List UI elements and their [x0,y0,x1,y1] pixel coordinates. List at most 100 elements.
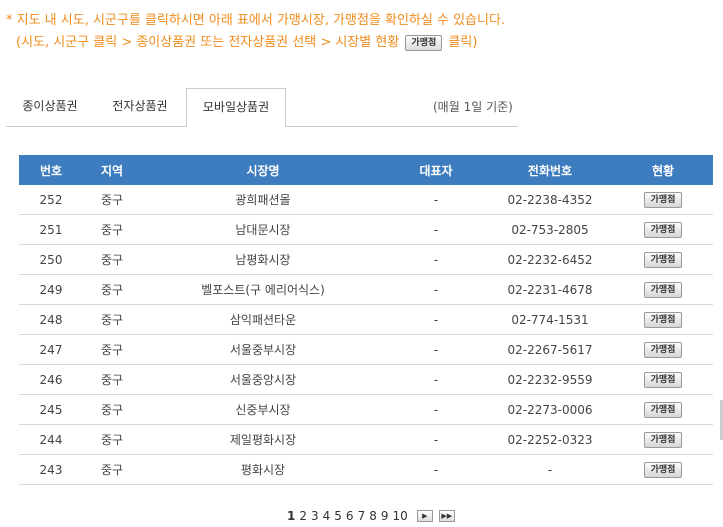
cell-phone: 02-753-2805 [487,214,613,245]
cell-region: 중구 [83,364,141,395]
cell-no: 250 [19,244,83,275]
cell-market: 광희패션몰 [141,185,385,215]
tab-mobile-voucher[interactable]: 모바일상품권 [186,88,286,127]
table-row: 243 중구 평화시장 - - 가맹점 [19,454,713,485]
cell-region: 중구 [83,394,141,425]
table-row: 247 중구 서울중부시장 -02-2267-5617 가맹점 [19,334,713,365]
tab-paper-voucher[interactable]: 종이상품권 [6,88,94,125]
cell-region: 중구 [83,244,141,275]
cell-no: 248 [19,304,83,335]
cell-region: 중구 [83,454,141,485]
store-list-button[interactable]: 가맹점 [643,282,683,298]
table-row: 248 중구 삼익패션타운 -02-774-1531 가맹점 [19,304,713,335]
market-table: 번호 지역 시장명 대표자 전화번호 현황 252 중구 광희패션몰 -02-2238… [19,155,713,485]
cell-region: 중구 [83,424,141,455]
cell-market: 제일평화시장 [141,424,385,455]
cell-phone: 02-2232-9559 [487,364,613,395]
cell-status: 가맹점 [613,274,713,305]
notice-line1: * 지도 내 시도, 시군구를 클릭하시면 아래 표에서 가맹시장, 가맹점을 … [6,13,506,28]
store-list-button[interactable]: 가맹점 [643,222,683,238]
cell-market: 신중부시장 [141,394,385,425]
table-body: 252 중구 광희패션몰 -02-2238-4352 가맹점 251 중구 남대문시장 -02-… [19,185,713,485]
cell-no: 252 [19,185,83,215]
page-link[interactable]: 8 [368,509,378,523]
cell-rep: - [385,334,487,365]
cell-phone: - [487,454,613,485]
cell-status: 가맹점 [613,185,713,215]
cell-status: 가맹점 [613,424,713,455]
cell-phone: 02-774-1531 [487,304,613,335]
cell-rep: - [385,304,487,335]
cell-phone: 02-2238-4352 [487,185,613,215]
page-link[interactable]: 5 [333,509,343,523]
cell-phone: 02-2273-0006 [487,394,613,425]
cell-rep: - [385,424,487,455]
basis-note: (매월 1일 기준) [433,100,513,114]
cell-phone: 02-2231-4678 [487,274,613,305]
cell-market: 남대문시장 [141,214,385,245]
cell-region: 중구 [83,304,141,335]
table-header-row: 번호 지역 시장명 대표자 전화번호 현황 [19,155,713,185]
store-list-button[interactable]: 가맹점 [643,462,683,478]
cell-status: 가맹점 [613,334,713,365]
pagination: 1 2 3 4 5 6 7 8 9 10 ▶ ▶▶ [286,509,455,523]
cell-market: 남평화시장 [141,244,385,275]
cell-status: 가맹점 [613,364,713,395]
cell-phone: 02-2252-0323 [487,424,613,455]
cell-status: 가맹점 [613,304,713,335]
notice-line2-prefix: (시도, 시군구 클릭 > 종이상품권 또는 전자상품권 선택 > 시장별 현황 [16,35,400,50]
store-list-button[interactable]: 가맹점 [643,342,683,358]
cell-status: 가맹점 [613,394,713,425]
cell-region: 중구 [83,274,141,305]
cell-no: 243 [19,454,83,485]
cell-market: 서울중부시장 [141,334,385,365]
table-row: 251 중구 남대문시장 -02-753-2805 가맹점 [19,214,713,245]
cell-rep: - [385,244,487,275]
cell-no: 244 [19,424,83,455]
next-page-icon[interactable]: ▶ [416,510,433,522]
page-link[interactable]: 6 [345,509,355,523]
cell-market: 벨포스트(구 에리어식스) [141,274,385,305]
cell-rep: - [385,364,487,395]
cell-status: 가맹점 [613,214,713,245]
cell-no: 251 [19,214,83,245]
cell-rep: - [385,185,487,215]
page-link[interactable]: 9 [380,509,390,523]
cell-rep: - [385,394,487,425]
page-link[interactable]: 7 [357,509,367,523]
cell-region: 중구 [83,334,141,365]
store-list-button[interactable]: 가맹점 [643,402,683,418]
notice-example-button: 가맹점 [405,34,443,51]
page-link[interactable]: 1 [286,509,296,523]
header-rep: 대표자 [385,155,487,185]
store-list-button[interactable]: 가맹점 [643,252,683,268]
page-link[interactable]: 3 [310,509,320,523]
store-list-button[interactable]: 가맹점 [643,372,683,388]
store-list-button[interactable]: 가맹점 [643,192,683,208]
page-link[interactable]: 10 [391,509,408,523]
header-status: 현황 [613,155,713,185]
page-link[interactable]: 4 [322,509,332,523]
header-no: 번호 [19,155,83,185]
table-row: 252 중구 광희패션몰 -02-2238-4352 가맹점 [19,185,713,215]
tab-electronic-voucher[interactable]: 전자상품권 [94,88,186,125]
notice-line2-suffix: 클릭) [448,35,478,50]
cell-no: 246 [19,364,83,395]
cell-market: 삼익패션타운 [141,304,385,335]
cell-no: 245 [19,394,83,425]
cell-phone: 02-2267-5617 [487,334,613,365]
store-list-button[interactable]: 가맹점 [643,432,683,448]
cell-rep: - [385,274,487,305]
store-list-button[interactable]: 가맹점 [643,312,683,328]
cell-region: 중구 [83,214,141,245]
notice-line2: (시도, 시군구 클릭 > 종이상품권 또는 전자상품권 선택 > 시장별 현황… [6,32,526,54]
table-row: 244 중구 제일평화시장 -02-2252-0323 가맹점 [19,424,713,455]
page-link[interactable]: 2 [298,509,308,523]
last-page-icon[interactable]: ▶▶ [438,510,455,522]
table-row: 249 중구 벨포스트(구 에리어식스) -02-2231-4678 가맹점 [19,274,713,305]
header-region: 지역 [83,155,141,185]
cell-market: 평화시장 [141,454,385,485]
cell-rep: - [385,214,487,245]
notice: * 지도 내 시도, 시군구를 클릭하시면 아래 표에서 가맹시장, 가맹점을 … [6,10,526,54]
cell-no: 249 [19,274,83,305]
